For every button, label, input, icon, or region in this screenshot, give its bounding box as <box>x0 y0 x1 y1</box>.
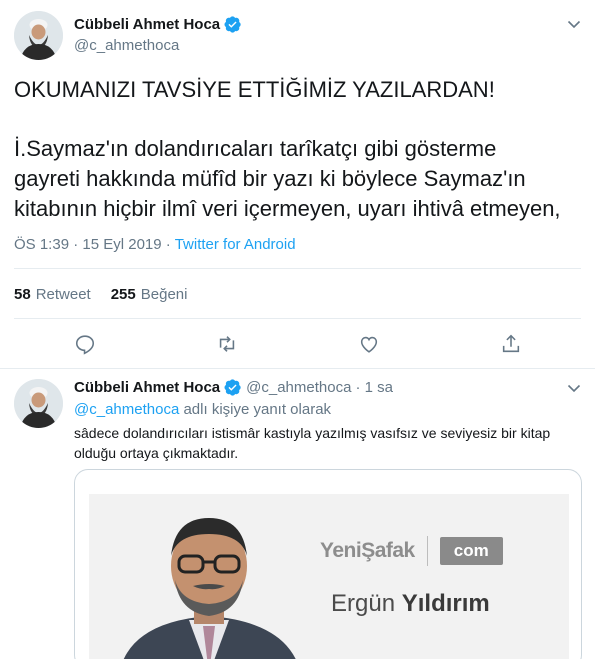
reply-text-line: olduğu ortaya çıkmaktadır. <box>74 445 239 461</box>
author-row: Cübbeli Ahmet Hoca <box>74 16 241 33</box>
action-bar <box>0 333 595 357</box>
main-tweet: Cübbeli Ahmet Hoca @c_ahmethoca OKUMANIZ… <box>0 0 595 370</box>
verified-icon <box>224 379 241 396</box>
handle[interactable]: @c_ahmethoca <box>246 379 351 396</box>
divider <box>14 318 581 319</box>
avatar[interactable] <box>14 11 63 60</box>
like-number: 255 <box>110 286 136 303</box>
handle[interactable]: @c_ahmethoca <box>74 37 179 54</box>
replying-to-label: adlı kişiye yanıt olarak <box>179 401 332 418</box>
retweet-number: 58 <box>14 286 31 303</box>
tweet-text-line: gayreti hakkında müfîd bir yazı ki böyle… <box>14 166 526 191</box>
brand-badge: com <box>439 537 503 565</box>
display-name[interactable]: Cübbeli Ahmet Hoca <box>74 379 220 396</box>
reply-icon[interactable] <box>74 333 96 355</box>
chevron-down-icon[interactable] <box>566 380 582 396</box>
like-count[interactable]: 255 Beğeni <box>111 286 188 303</box>
author-portrait <box>123 518 296 659</box>
like-label: Beğeni <box>140 286 188 303</box>
meta-separator: · <box>161 236 175 253</box>
reply-text-line: sâdece dolandırıcıları istismâr kastıyla… <box>74 425 551 441</box>
retweet-label: Retweet <box>35 286 91 303</box>
share-icon[interactable] <box>500 333 522 355</box>
like-icon[interactable] <box>358 333 380 355</box>
verified-icon <box>224 16 241 33</box>
tweet-stats: 58 Retweet 255 Beğeni <box>14 286 207 303</box>
brand-logo: YeniŞafak com <box>320 536 503 566</box>
brand-divider <box>426 536 428 566</box>
tweet-text-line: kitabının hiçbir ilmî veri içermeyen, uy… <box>14 196 561 221</box>
reply-tweet[interactable]: Cübbeli Ahmet Hoca @c_ahmethoca · 1 sa @… <box>0 370 595 659</box>
chevron-down-icon[interactable] <box>566 16 582 32</box>
tweet-text: OKUMANIZI TAVSİYE ETTİĞİMİZ YAZILARDAN! … <box>14 75 589 224</box>
tweet-separator <box>0 368 595 369</box>
tweet-meta: ÖS 1:39 · 15 Eyl 2019 · Twitter for Andr… <box>14 236 296 253</box>
tweet-source[interactable]: Twitter for Android <box>175 236 296 253</box>
link-card[interactable]: YeniŞafak com Ergün Yıldırım <box>74 469 582 659</box>
brand-name: YeniŞafak <box>320 539 415 562</box>
meta-separator: · <box>69 236 83 253</box>
author-first-name: Ergün <box>331 590 396 617</box>
retweet-icon[interactable] <box>216 333 238 355</box>
divider <box>14 268 581 269</box>
replying-to: @c_ahmethoca adlı kişiye yanıt olarak <box>74 401 331 418</box>
tweet-text-line: OKUMANIZI TAVSİYE ETTİĞİMİZ YAZILARDAN! <box>14 77 495 102</box>
reply-text: sâdece dolandırıcıları istismâr kastıyla… <box>74 423 579 463</box>
reply-author-row: Cübbeli Ahmet Hoca @c_ahmethoca · 1 sa <box>74 379 393 396</box>
card-image: YeniŞafak com Ergün Yıldırım <box>89 494 569 659</box>
tweet-date[interactable]: 15 Eyl 2019 <box>82 236 161 253</box>
tweet-text-line: İ.Saymaz'ın dolandırıcaları tarîkatçı gi… <box>14 136 497 161</box>
author-last-name: Yıldırım <box>401 590 490 617</box>
card-author: Ergün Yıldırım <box>331 590 490 618</box>
mention-link[interactable]: @c_ahmethoca <box>74 401 179 418</box>
tweet-time[interactable]: · 1 sa <box>355 379 393 396</box>
display-name[interactable]: Cübbeli Ahmet Hoca <box>74 16 220 33</box>
retweet-count[interactable]: 58 Retweet <box>14 286 91 303</box>
avatar[interactable] <box>14 379 63 428</box>
tweet-time[interactable]: ÖS 1:39 <box>14 236 69 253</box>
